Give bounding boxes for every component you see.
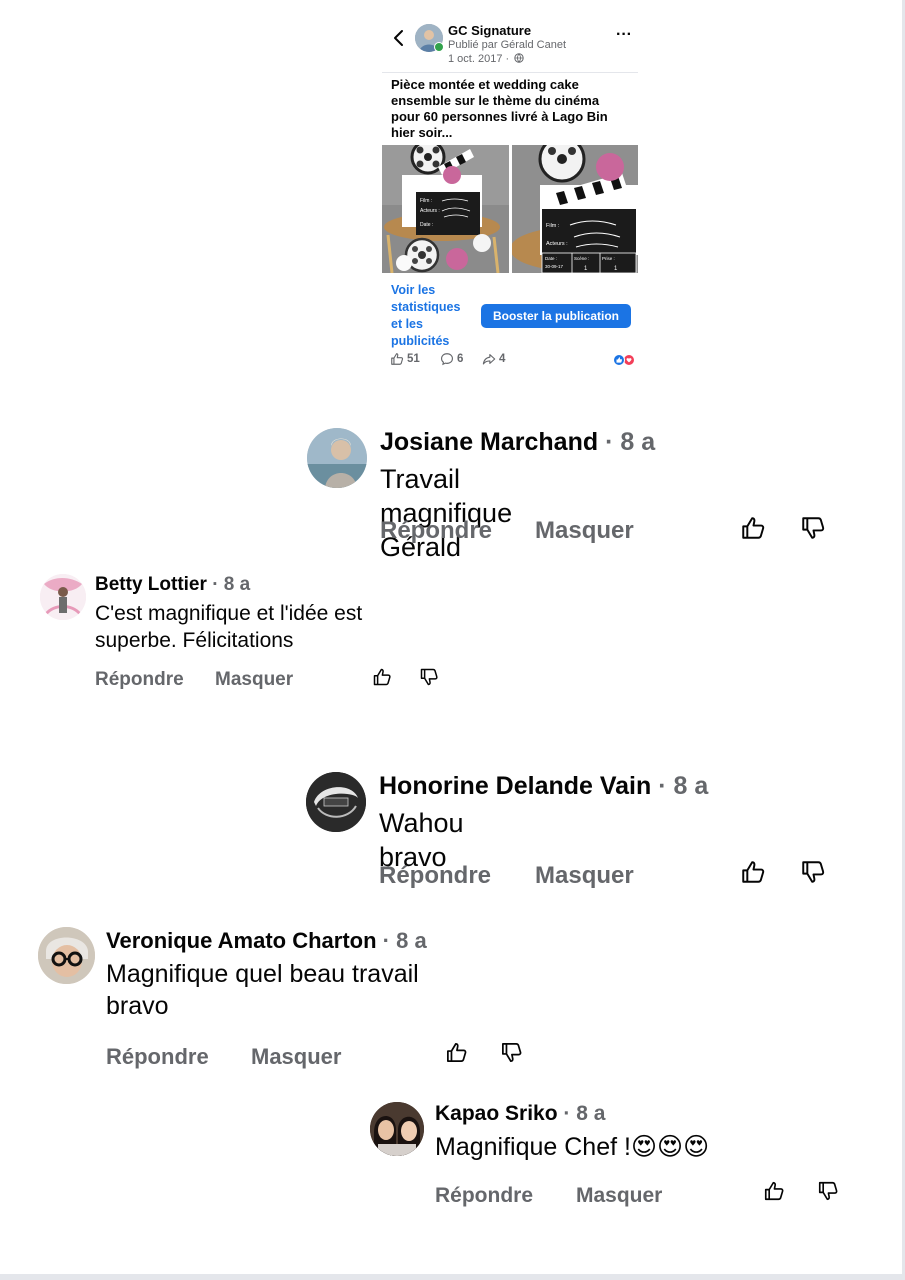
comment-header: Josiane Marchand · 8 a bbox=[380, 428, 655, 457]
page-name[interactable]: GC Signature bbox=[448, 23, 531, 38]
thumbs-up-icon[interactable] bbox=[763, 1180, 785, 1202]
comment-text: Travail magnifique Gérald bbox=[380, 464, 513, 562]
reply-button[interactable]: Répondre bbox=[95, 669, 184, 691]
clapper-actors-label: Acteurs : bbox=[420, 208, 440, 214]
comment-author[interactable]: Honorine Delande Vain bbox=[379, 772, 651, 800]
avatar[interactable] bbox=[307, 428, 367, 488]
comment-header: Honorine Delande Vain · 8 a bbox=[379, 772, 708, 801]
share-count: 4 bbox=[499, 353, 506, 365]
chevron-left-icon[interactable] bbox=[392, 28, 406, 48]
post-date: 1 oct. 2017 · bbox=[448, 53, 524, 65]
avatar[interactable] bbox=[40, 574, 86, 620]
clapper-film-label: Film : bbox=[420, 198, 432, 204]
comment-header: Kapao Sriko · 8 a bbox=[435, 1102, 605, 1126]
stats-link[interactable]: Voir les statistiques et les publicités bbox=[391, 282, 471, 350]
like-count: 51 bbox=[407, 353, 420, 365]
reaction-emojis-icon bbox=[613, 354, 635, 366]
share-count-item[interactable]: 4 bbox=[482, 352, 505, 366]
published-by: Publié par Gérald Canet bbox=[448, 39, 567, 51]
reply-button[interactable]: Répondre bbox=[106, 1044, 209, 1070]
clapper2-date-value: 30-09-17 bbox=[545, 264, 564, 269]
thumbs-up-icon[interactable] bbox=[740, 859, 766, 885]
online-status-dot bbox=[434, 42, 444, 52]
thumbs-down-icon[interactable] bbox=[817, 1180, 839, 1202]
clapper2-film-label: Film : bbox=[546, 223, 560, 229]
hide-button[interactable]: Masquer bbox=[535, 517, 634, 545]
hide-button[interactable]: Masquer bbox=[215, 669, 293, 691]
post-date-text: 1 oct. 2017 · bbox=[448, 53, 510, 65]
comment-text: C'est magnifique et l'idée est superbe. … bbox=[95, 602, 363, 652]
comment-author[interactable]: Veronique Amato Charton bbox=[106, 928, 377, 953]
comment-author[interactable]: Kapao Sriko bbox=[435, 1102, 558, 1125]
avatar[interactable] bbox=[370, 1102, 424, 1156]
comment-count: 6 bbox=[457, 353, 464, 365]
reply-button[interactable]: Répondre bbox=[380, 517, 492, 545]
thumbs-up-icon[interactable] bbox=[445, 1041, 468, 1064]
post-text: Pièce montée et wedding cake ensemble su… bbox=[382, 72, 638, 141]
comment-text: Magnifique Chef !😍😍😍 bbox=[435, 1133, 710, 1161]
comment-count-item[interactable]: 6 bbox=[440, 352, 463, 366]
reply-button[interactable]: Répondre bbox=[379, 862, 491, 890]
clapper2-date-label: Date : bbox=[545, 256, 557, 261]
comment-time: · 8 a bbox=[212, 574, 251, 595]
more-options-icon[interactable]: ··· bbox=[616, 26, 632, 44]
thumbs-up-icon[interactable] bbox=[372, 667, 392, 687]
thumbs-up-icon bbox=[391, 353, 404, 365]
share-arrow-icon bbox=[482, 354, 496, 365]
comment-time: · 8 a bbox=[382, 928, 427, 953]
comment-bubble-icon bbox=[441, 353, 453, 366]
clapper2-take-label: Prise : bbox=[602, 256, 615, 261]
boost-post-button[interactable]: Booster la publication bbox=[481, 304, 631, 328]
window-edge-bottom bbox=[0, 1274, 905, 1280]
thumbs-down-icon[interactable] bbox=[500, 1041, 523, 1064]
avatar[interactable] bbox=[38, 927, 95, 984]
thumbs-up-icon[interactable] bbox=[740, 515, 766, 541]
comment-author[interactable]: Josiane Marchand bbox=[380, 428, 598, 456]
thumbs-down-icon[interactable] bbox=[800, 515, 826, 541]
post-reactions-bar: 51 6 4 bbox=[390, 352, 635, 370]
comment-time: · 8 a bbox=[605, 428, 656, 456]
comment-text: Magnifique quel beau travail bravo bbox=[106, 960, 419, 1020]
clapper2-scene-label: Scène : bbox=[574, 256, 589, 261]
reply-button[interactable]: Répondre bbox=[435, 1184, 533, 1208]
globe-icon bbox=[514, 53, 524, 63]
comment-author[interactable]: Betty Lottier bbox=[95, 574, 207, 595]
comment-time: · 8 a bbox=[658, 772, 709, 800]
post-card: GC Signature Publié par Gérald Canet 1 o… bbox=[382, 18, 638, 378]
clapper2-actors-label: Acteurs : bbox=[546, 241, 568, 247]
like-count-item[interactable]: 51 bbox=[390, 352, 420, 366]
clapper-date-label: Date : bbox=[420, 222, 433, 228]
comment-header: Betty Lottier · 8 a bbox=[95, 574, 250, 596]
avatar[interactable] bbox=[306, 772, 366, 832]
hide-button[interactable]: Masquer bbox=[535, 862, 634, 890]
comment-header: Veronique Amato Charton · 8 a bbox=[106, 928, 427, 954]
post-photo-2[interactable]: Film : Acteurs : Date : 30-09-17 Scène :… bbox=[512, 145, 638, 273]
post-photo-1[interactable]: Film : Acteurs : Date : bbox=[382, 145, 509, 273]
comment-time: · 8 a bbox=[563, 1102, 606, 1125]
hide-button[interactable]: Masquer bbox=[251, 1044, 341, 1070]
thumbs-down-icon[interactable] bbox=[800, 859, 826, 885]
thumbs-down-icon[interactable] bbox=[419, 667, 439, 687]
hide-button[interactable]: Masquer bbox=[576, 1184, 662, 1208]
